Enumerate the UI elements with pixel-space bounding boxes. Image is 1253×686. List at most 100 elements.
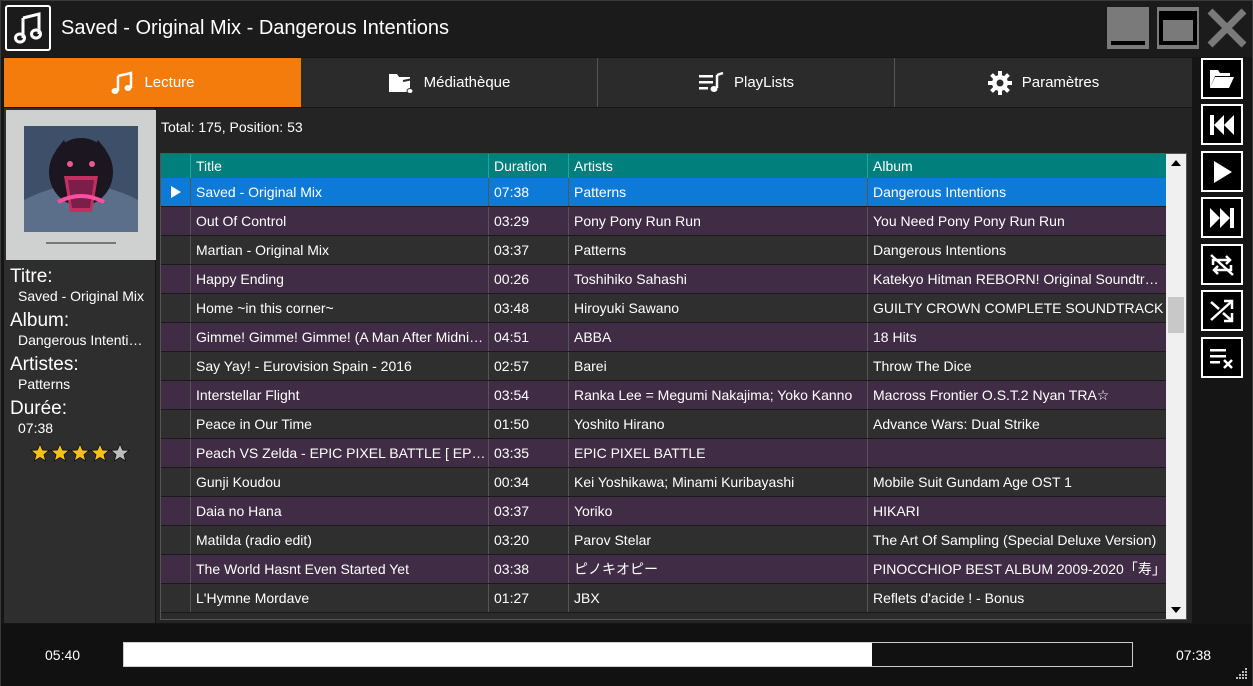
cell-title: Peace in Our Time — [190, 410, 488, 438]
clear-playlist-button[interactable] — [1201, 337, 1243, 378]
player-window: Saved - Original Mix - Dangerous Intenti… — [0, 0, 1253, 686]
cell-artists: JBX — [568, 584, 867, 612]
cell-duration: 00:26 — [488, 265, 568, 293]
minimize-icon — [1111, 41, 1145, 45]
now-playing-indicator-icon — [161, 178, 190, 206]
shuffle-button[interactable] — [1201, 290, 1243, 331]
column-header-title[interactable]: Title — [190, 154, 488, 178]
cell-album: PINOCCHIOP BEST ALBUM 2009-2020「寿」 — [867, 555, 1166, 583]
tab-playlists[interactable]: PlayLists — [598, 58, 895, 107]
cell-artists: ピノキオピー — [568, 555, 867, 583]
star-filled-icon[interactable] — [50, 443, 70, 463]
cell-duration: 03:37 — [488, 497, 568, 525]
cell-duration: 01:27 — [488, 584, 568, 612]
table-row[interactable]: Daia no Hana 03:37 Yoriko HIKARI — [161, 497, 1166, 526]
cell-artists: Ranka Lee = Megumi Nakajima; Yoko Kanno — [568, 381, 867, 409]
grid-rows: Saved - Original Mix 07:38 Patterns Dangero… — [161, 178, 1166, 613]
cell-duration: 03:48 — [488, 294, 568, 322]
tab-label: Lecture — [144, 74, 195, 91]
album-value: Dangerous Intentions — [18, 332, 150, 348]
table-row[interactable]: Martian - Original Mix 03:37 Patterns Dange… — [161, 236, 1166, 265]
cell-title: Home ~in this corner~ — [190, 294, 488, 322]
row-indicator — [161, 410, 190, 438]
cell-duration: 00:34 — [488, 468, 568, 496]
repeat-off-icon — [1210, 253, 1234, 276]
cell-album: Dangerous Intentions — [867, 178, 1166, 206]
row-indicator — [161, 468, 190, 496]
column-header-duration[interactable]: Duration — [488, 154, 568, 178]
cell-artists: Kei Yoshikawa; Minami Kuribayashi — [568, 468, 867, 496]
star-filled-icon[interactable] — [70, 443, 90, 463]
cell-duration: 03:38 — [488, 555, 568, 583]
table-row[interactable]: Say Yay! - Eurovision Spain - 2016 02:57 B… — [161, 352, 1166, 381]
cell-artists: ABBA — [568, 323, 867, 351]
cell-album: Macross Frontier O.S.T.2 Nyan TRA☆ — [867, 381, 1166, 409]
close-button[interactable] — [1206, 7, 1248, 49]
table-row[interactable]: Out Of Control 03:29 Pony Pony Run Run You … — [161, 207, 1166, 236]
duration-value: 07:38 — [18, 420, 54, 436]
previous-button[interactable] — [1201, 104, 1243, 145]
cell-artists: Yoshito Hirano — [568, 410, 867, 438]
column-header-album[interactable]: Album — [867, 154, 1166, 178]
cell-duration: 03:37 — [488, 236, 568, 264]
row-indicator — [161, 439, 190, 467]
cell-album: The Art Of Sampling (Special Deluxe Vers… — [867, 526, 1166, 554]
table-row[interactable]: Matilda (radio edit) 03:20 Parov Stelar The… — [161, 526, 1166, 555]
cell-album: You Need Pony Pony Run Run — [867, 207, 1166, 235]
cell-artists: Toshihiko Sahashi — [568, 265, 867, 293]
open-folder-button[interactable] — [1201, 58, 1243, 99]
artists-value: Patterns — [18, 376, 71, 392]
cell-duration: 01:50 — [488, 410, 568, 438]
cell-duration: 02:57 — [488, 352, 568, 380]
scroll-down-arrow-icon[interactable] — [1166, 601, 1186, 619]
resize-grip-icon[interactable] — [1234, 666, 1248, 680]
column-header-artists[interactable]: Artists — [568, 154, 867, 178]
title-bar[interactable]: Saved - Original Mix - Dangerous Intenti… — [1, 1, 1252, 57]
table-row[interactable]: L'Hymne Mordave 01:27 JBX Reflets d'acide !… — [161, 584, 1166, 613]
cell-album: Dangerous Intentions — [867, 236, 1166, 264]
current-time: 05:40 — [45, 647, 81, 663]
table-row[interactable]: Home ~in this corner~ 03:48 Hiroyuki Sawan… — [161, 294, 1166, 323]
cell-album: HIKARI — [867, 497, 1166, 525]
total-time: 07:38 — [1176, 647, 1212, 663]
tab-parametres[interactable]: Paramètres — [895, 58, 1192, 107]
table-row[interactable]: Saved - Original Mix 07:38 Patterns Dangero… — [161, 178, 1166, 207]
table-row[interactable]: Gimme! Gimme! Gimme! (A Man After Midnig… — [161, 323, 1166, 352]
scrollbar-thumb[interactable] — [1168, 297, 1184, 333]
scroll-up-arrow-icon[interactable] — [1166, 154, 1186, 172]
now-playing-panel: Titre: Saved - Original Mix Album: Dange… — [4, 108, 156, 623]
album-label: Album: — [10, 310, 70, 331]
next-button[interactable] — [1201, 197, 1243, 238]
progress-bar[interactable] — [123, 642, 1133, 667]
row-indicator — [161, 526, 190, 554]
table-row[interactable]: Peach VS Zelda - EPIC PIXEL BATTLE [ EPB… — [161, 439, 1166, 468]
music-folder-icon — [388, 73, 414, 94]
maximize-button[interactable] — [1157, 7, 1199, 49]
close-icon — [1207, 8, 1247, 48]
row-indicator — [161, 207, 190, 235]
cell-title: Gimme! Gimme! Gimme! (A Man After Midnig… — [190, 323, 488, 351]
vertical-scrollbar[interactable] — [1166, 154, 1186, 619]
table-row[interactable]: Happy Ending 00:26 Toshihiko Sahashi Kateky… — [161, 265, 1166, 294]
cell-title: Happy Ending — [190, 265, 488, 293]
repeat-button[interactable] — [1201, 244, 1243, 285]
cell-artists: Patterns — [568, 178, 867, 206]
gear-icon — [987, 70, 1012, 95]
column-header-indicator[interactable] — [161, 154, 190, 178]
table-row[interactable]: Gunji Koudou 00:34 Kei Yoshikawa; Minami K… — [161, 468, 1166, 497]
star-empty-icon[interactable] — [110, 443, 130, 463]
row-indicator — [161, 294, 190, 322]
tab-lecture[interactable]: Lecture — [4, 58, 301, 107]
star-filled-icon[interactable] — [90, 443, 110, 463]
play-button[interactable] — [1201, 151, 1243, 192]
tab-mediatheque[interactable]: Médiathèque — [301, 58, 598, 107]
cell-album — [867, 439, 1166, 467]
clear-playlist-icon — [1210, 348, 1233, 369]
table-row[interactable]: The World Hasnt Even Started Yet 03:38 ピノキ… — [161, 555, 1166, 584]
star-filled-icon[interactable] — [30, 443, 50, 463]
table-row[interactable]: Peace in Our Time 01:50 Yoshito Hirano Adva… — [161, 410, 1166, 439]
rating-stars[interactable] — [30, 443, 130, 463]
table-row[interactable]: Interstellar Flight 03:54 Ranka Lee = Megu… — [161, 381, 1166, 410]
minimize-button[interactable] — [1107, 7, 1149, 49]
tab-label: PlayLists — [733, 74, 795, 91]
